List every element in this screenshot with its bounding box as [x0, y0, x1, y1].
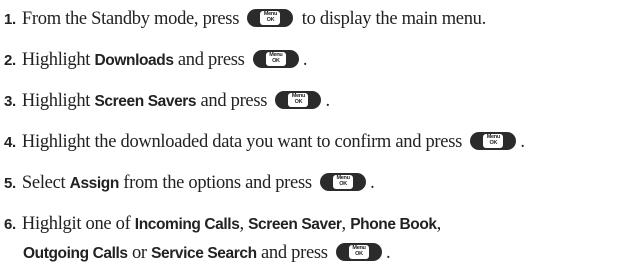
menu-ok-key-icon: Menu OK — [252, 49, 299, 68]
step-text: Highlight the downloaded data you want t… — [21, 132, 462, 152]
step-4: 4. Highlight the downloaded data you want… — [4, 131, 525, 154]
step-text: from the options and press — [123, 173, 312, 193]
menu-item-name: Screen Saver — [248, 216, 342, 233]
menu-ok-key-icon: Menu OK — [320, 172, 367, 191]
step-text: Highlight — [21, 50, 91, 70]
step-text: Highlight — [21, 91, 91, 111]
step-text: and press — [261, 243, 328, 263]
separator: , — [239, 214, 244, 234]
menu-ok-key-icon: Menu OK — [336, 242, 382, 261]
step-text: . — [325, 91, 330, 111]
step-text: . — [386, 243, 391, 263]
step-3: 3. Highlight Screen Savers and press Menu… — [4, 90, 330, 113]
menu-item-name: Phone Book — [350, 216, 437, 233]
separator: , — [436, 214, 442, 234]
step-6: 6. Highlgit one of Incoming Calls, Screen… — [4, 213, 441, 236]
step-number: 2. — [4, 52, 16, 69]
step-text: to display the main menu. — [301, 9, 486, 29]
step-number: 4. — [4, 134, 16, 151]
step-text: Select — [21, 173, 66, 193]
menu-item-name: Screen Savers — [94, 93, 197, 110]
menu-item-name: Outgoing Calls — [23, 245, 128, 262]
step-text: and press — [177, 50, 245, 70]
menu-item-name: Downloads — [94, 52, 174, 69]
step-text: Highlgit one of — [21, 214, 131, 234]
step-1: 1. From the Standby mode, press Menu OK to… — [4, 8, 486, 31]
step-number: 3. — [4, 93, 16, 110]
menu-ok-key-icon: Menu OK — [275, 90, 322, 109]
step-text: . — [370, 173, 375, 193]
instruction-steps: 1. From the Standby mode, press Menu OK to… — [0, 0, 635, 274]
step-text: From the Standby mode, press — [21, 9, 240, 29]
menu-item-name: Service Search — [151, 245, 257, 262]
menu-ok-key-icon: Menu OK — [247, 8, 294, 27]
menu-item-name: Assign — [69, 175, 120, 192]
step-5: 5. Select Assign from the options and pre… — [4, 172, 375, 195]
step-text: and press — [200, 91, 268, 111]
step-text: . — [302, 50, 308, 70]
step-text: or — [131, 243, 147, 263]
menu-item-name: Incoming Calls — [134, 216, 240, 233]
separator: , — [341, 214, 347, 234]
step-number: 6. — [4, 216, 16, 233]
step-number: 5. — [4, 175, 16, 192]
menu-ok-key-icon: Menu OK — [470, 131, 517, 150]
step-6-continued: Outgoing Calls or Service Search and pre… — [23, 242, 391, 265]
step-2: 2. Highlight Downloads and press Menu OK. — [4, 49, 308, 72]
step-text: . — [520, 132, 525, 152]
step-number: 1. — [4, 11, 16, 28]
